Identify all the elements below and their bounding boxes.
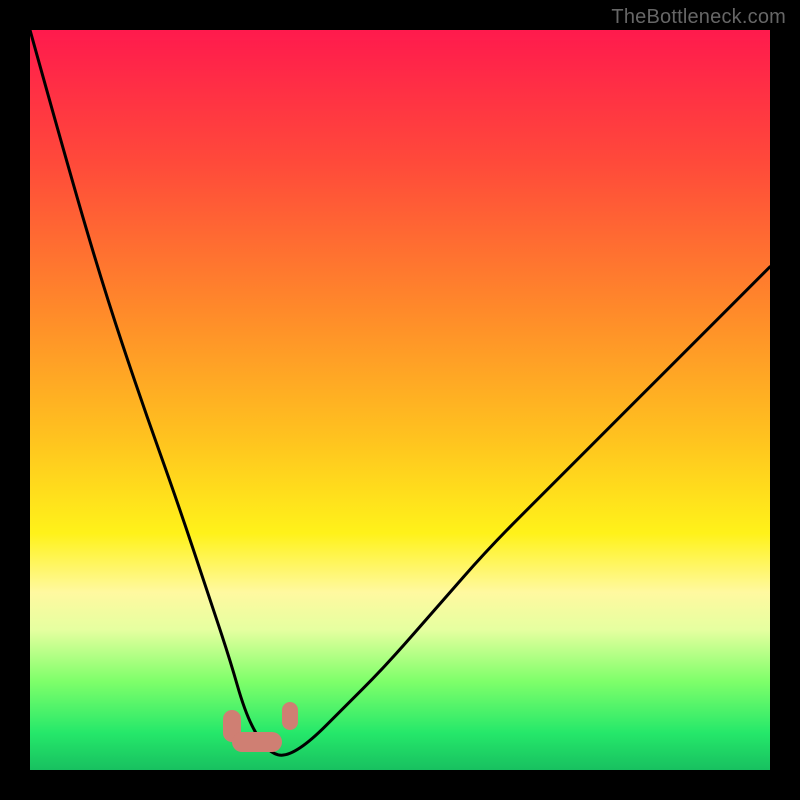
- curve-layer: [30, 30, 770, 770]
- accent-blob-bottom: [232, 732, 282, 752]
- plot-area: [30, 30, 770, 770]
- accent-blob-right: [282, 702, 298, 730]
- bottleneck-curve-path: [30, 30, 770, 755]
- watermark-text: TheBottleneck.com: [611, 6, 786, 29]
- chart-frame: TheBottleneck.com: [0, 0, 800, 800]
